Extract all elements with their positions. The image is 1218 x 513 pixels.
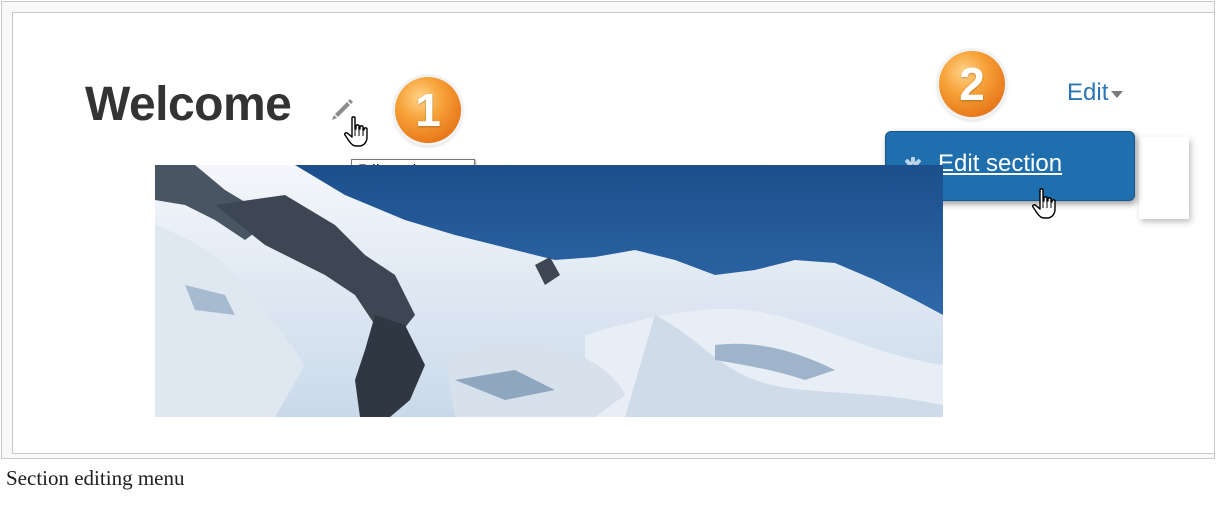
figure-caption: Section editing menu [6, 466, 185, 490]
section-title: Welcome [85, 78, 292, 131]
figure-frame: Welcome Edit topic name 1 2 Edit [1, 1, 1215, 459]
mountain-photo [155, 165, 943, 417]
caret-down-icon [1111, 90, 1124, 98]
edit-menu-label: Edit [1067, 79, 1109, 106]
hand-pointer-icon [1032, 188, 1056, 219]
callout-badge-2: 2 [939, 51, 1005, 117]
edit-menu-toggle[interactable]: Edit [1067, 79, 1124, 107]
edit-section-label: Edit section [938, 150, 1063, 177]
edit-menu-dropdown [1139, 137, 1189, 219]
course-section-panel: Welcome Edit topic name 1 2 Edit [12, 12, 1215, 454]
hand-pointer-icon [344, 116, 368, 147]
callout-badge-1: 1 [395, 77, 461, 143]
